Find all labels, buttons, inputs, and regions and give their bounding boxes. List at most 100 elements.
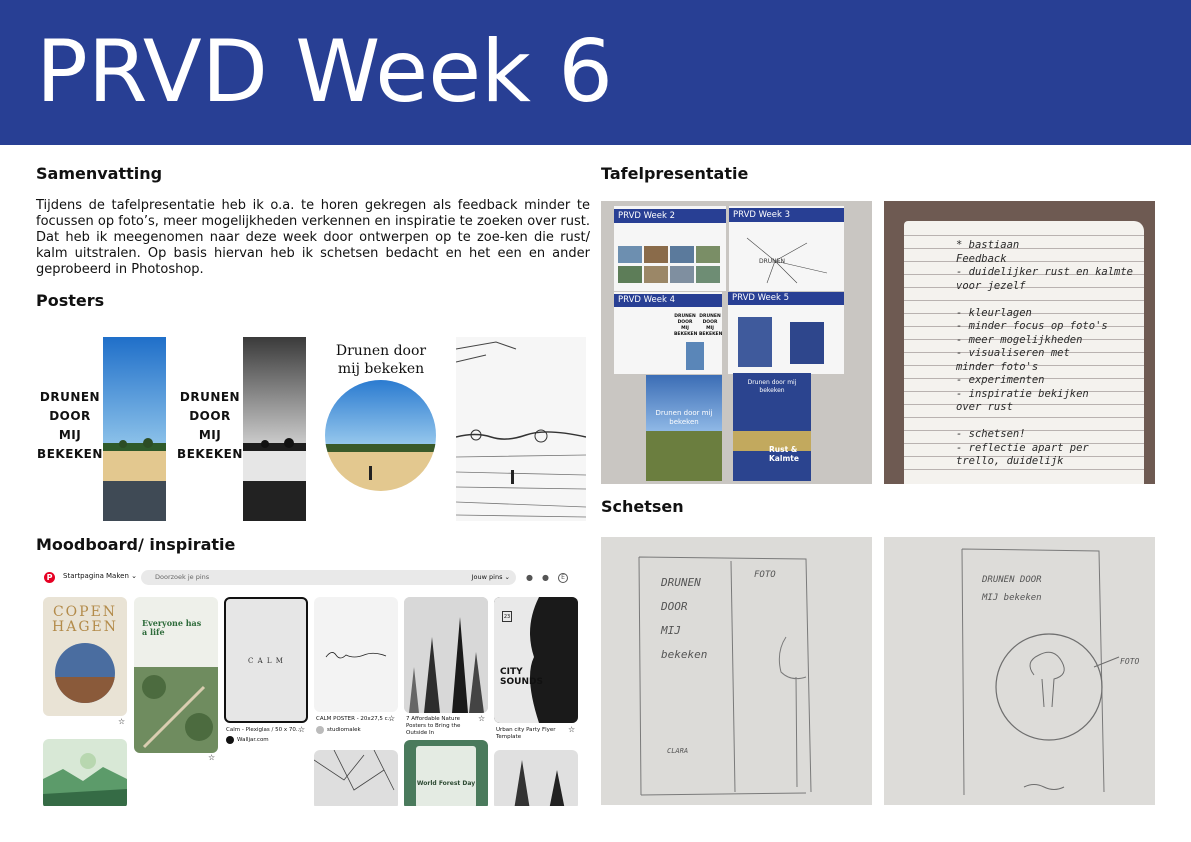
note-line: - experimenten <box>956 374 1045 386</box>
pin-city-date: 23 <box>502 611 512 622</box>
pinterest-moodboard: P Startpagina Maken ⌄ Doorzoek je pins J… <box>36 566 586 806</box>
tafel-poster-b-sub: Rust & Kalmte <box>769 445 799 463</box>
pin-calm-title: C A L M <box>248 657 284 665</box>
poster2-line: BEKEKEN <box>177 447 243 461</box>
note-line <box>956 415 1133 429</box>
chat-icon[interactable]: ● <box>542 573 549 582</box>
note-line: - visualiseren met <box>956 347 1070 359</box>
sketch1-line: MIJ <box>661 624 681 637</box>
note-line: * bastiaan <box>956 239 1020 251</box>
note-line: - schetsen! <box>956 428 1026 440</box>
pin-copenhagen-title: COPEN HAGEN <box>52 604 118 635</box>
page-title: PRVD Week 6 <box>36 22 613 122</box>
sketch2-line: DRUNEN DOOR <box>982 575 1042 585</box>
panel-week4-poster: DRUNEN DOOR MIJ BEKEKEN <box>674 314 698 338</box>
note-line <box>956 293 1133 307</box>
poster1-line: MIJ <box>58 428 82 442</box>
save-icon[interactable]: ☆ <box>208 754 215 762</box>
search-placeholder: Doorzoek je pins <box>155 573 210 581</box>
search-filter[interactable]: Jouw pins ⌄ <box>472 573 510 581</box>
panel-week5: PRVD Week 5 <box>728 292 844 374</box>
panel-week4-poster-line: BEKEKEN <box>674 332 698 337</box>
heading-moodboard: Moodboard/ inspiratie <box>36 535 236 554</box>
pin-world-forest-day[interactable]: World Forest Day <box>404 740 488 806</box>
panel-week2-title: PRVD Week 2 <box>618 211 676 221</box>
tafel-poster-a: Drunen door mij bekeken <box>646 375 722 481</box>
note-line: voor jezelf <box>956 279 1026 292</box>
notebook-page: * bastiaan Feedback - duidelijker rust e… <box>904 221 1144 484</box>
poster2-text: DRUNEN DOOR MIJ BEKEKEN <box>176 388 244 464</box>
save-icon[interactable]: ☆ <box>388 715 395 723</box>
heading-schetsen: Schetsen <box>601 497 684 516</box>
note-line: trello, duidelijk <box>956 455 1064 467</box>
pin-everyone-has-a-life[interactable]: Everyone has a life <box>134 597 218 753</box>
pin-city-sounds[interactable]: CITY SOUNDS 23 <box>494 597 578 723</box>
tab-startpagina[interactable]: Startpagina <box>63 572 104 580</box>
pin-forest[interactable] <box>404 597 488 713</box>
note-line: - duidelijker rust en kalmte <box>956 266 1134 278</box>
poster1-line: DRUNEN <box>39 390 101 404</box>
panel-week4-poster-line: BEKEKEN <box>699 332 723 337</box>
sketch1-photo-label: FOTO <box>754 570 776 580</box>
pin-forest-2[interactable] <box>494 750 578 806</box>
poster3-circle-photo <box>325 380 436 491</box>
poster3-title: Drunen door mij bekeken <box>326 342 436 378</box>
panel-week2: PRVD Week 2 <box>614 206 726 291</box>
pin-copenhagen[interactable]: COPEN HAGEN <box>43 597 127 716</box>
pin-city-title: CITY SOUNDS <box>500 667 543 687</box>
pin-everyone-title: Everyone has a life <box>142 618 202 637</box>
avatar <box>316 726 324 734</box>
sketch2-line: MIJ bekeken <box>982 593 1042 603</box>
pin-branches[interactable] <box>314 750 398 806</box>
tafel-poster-b: Drunen door mij bekeken Rust & Kalmte <box>733 373 811 481</box>
heading-samenvatting: Samenvatting <box>36 164 163 183</box>
pin-calm-poster-caption: CALM POSTER - 20x27,5 c... <box>316 716 393 722</box>
tafel-poster-a-title: Drunen door mij bekeken <box>655 409 713 426</box>
search-input[interactable]: Doorzoek je pins Jouw pins ⌄ <box>141 570 516 585</box>
sketch1-bottom-label: CLARA <box>667 747 689 755</box>
pin-nature-caption: 7 Affordable Nature Posters to Bring the… <box>406 716 461 736</box>
pin-calm-poster[interactable] <box>314 597 398 712</box>
pinterest-topbar: P Startpagina Maken ⌄ Doorzoek je pins J… <box>36 566 586 590</box>
header-banner: PRVD Week 6 <box>0 0 1191 145</box>
pin-forest-day-title: World Forest Day <box>416 780 476 787</box>
sketch-photo-1: DRUNEN DOOR MIJ bekeken FOTO CLARA <box>601 537 872 805</box>
poster2-line: MIJ <box>198 428 222 442</box>
notebook-notes: * bastiaan Feedback - duidelijker rust e… <box>956 239 1133 469</box>
note-line: minder foto's <box>956 360 1039 373</box>
poster4-sketch-photo <box>456 337 586 521</box>
poster1-text: DRUNEN DOOR MIJ BEKEKEN <box>36 388 104 464</box>
sketch2-photo-label: FOTO <box>1120 657 1140 666</box>
save-icon[interactable]: ☆ <box>118 718 125 726</box>
poster1-line: BEKEKEN <box>37 447 103 461</box>
sketch2-text: DRUNEN DOOR MIJ bekeken <box>982 571 1042 607</box>
poster1-line: DOOR <box>49 409 91 423</box>
sketch1-line: DRUNEN <box>661 576 701 589</box>
pin-calm-caption: Calm - Plexiglas / 50 x 70... <box>226 727 302 733</box>
poster3-line: mij bekeken <box>337 361 425 377</box>
save-icon[interactable]: ☆ <box>298 726 305 734</box>
save-icon[interactable]: ☆ <box>478 715 485 723</box>
note-line: - meer mogelijkheden <box>956 333 1083 346</box>
note-line: over rust <box>956 401 1013 413</box>
summary-paragraph: Tijdens de tafelpresentatie heb ik o.a. … <box>36 198 590 277</box>
avatar[interactable]: E <box>558 573 568 583</box>
pinterest-logo[interactable]: P <box>44 572 55 583</box>
bell-icon[interactable]: ● <box>526 573 533 582</box>
pin-calm-source: Walljar.com <box>237 737 269 743</box>
panel-week3-title: PRVD Week 3 <box>733 210 791 220</box>
pin-calm-poster-source: studiomalek <box>327 727 361 733</box>
sketch1-line: DOOR <box>661 600 688 613</box>
panel-week4-poster-2: DRUNEN DOOR MIJ BEKEKEN <box>699 314 723 338</box>
panel-week4: PRVD Week 4 DRUNEN DOOR MIJ BEKEKEN DRUN… <box>614 292 722 374</box>
pin-calm[interactable]: C A L M <box>224 597 308 723</box>
poster2-line: DOOR <box>189 409 231 423</box>
sketch1-line: bekeken <box>661 648 708 661</box>
sketch1-text: DRUNEN DOOR MIJ bekeken <box>661 571 707 667</box>
heading-posters: Posters <box>36 291 105 310</box>
pin-landscape[interactable] <box>43 739 127 806</box>
tafel-photo: PRVD Week 2 PRVD Week 3 DRUNEN PRVD Week… <box>601 201 872 484</box>
tab-maken[interactable]: Maken ⌄ <box>106 572 137 580</box>
note-line: - kleurlagen <box>956 306 1032 319</box>
save-icon[interactable]: ☆ <box>568 726 575 734</box>
